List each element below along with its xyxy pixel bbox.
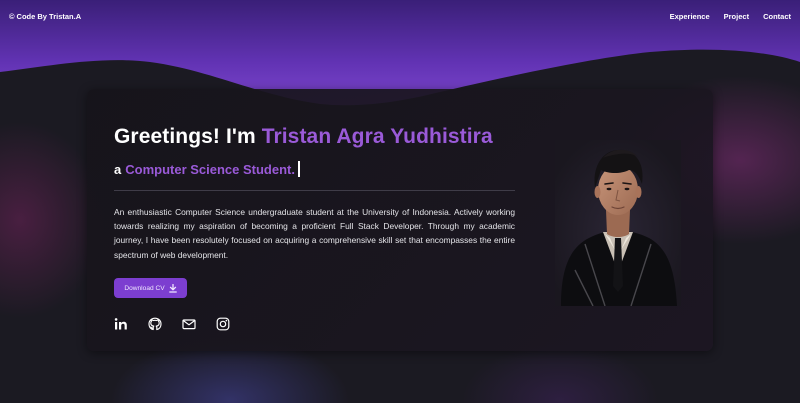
nav-links: Experience Project Contact: [670, 12, 791, 21]
nav-link-project[interactable]: Project: [724, 12, 749, 21]
brand-text: Code By Tristan.A: [16, 11, 82, 21]
hero-heading: Greetings! I'm Tristan Agra Yudhistira: [114, 125, 493, 149]
navbar: © Code By Tristan.A Experience Project C…: [0, 2, 800, 30]
github-icon[interactable]: [148, 317, 162, 331]
nav-link-experience[interactable]: Experience: [670, 12, 710, 21]
copyright-icon: ©: [9, 11, 15, 21]
nav-link-contact[interactable]: Contact: [763, 12, 791, 21]
greeting-text: Greetings! I'm: [114, 125, 262, 148]
download-cv-button[interactable]: Download CV: [114, 278, 187, 298]
download-icon: [168, 283, 177, 293]
brand-logo[interactable]: © Code By Tristan.A: [9, 12, 81, 21]
instagram-icon[interactable]: [216, 317, 230, 331]
hero-name: Tristan Agra Yudhistira: [261, 125, 493, 148]
subtitle-prefix: a: [114, 161, 122, 177]
profile-photo: [555, 140, 681, 306]
mail-icon[interactable]: [182, 317, 196, 331]
social-links: [114, 317, 230, 331]
typing-cursor: [297, 161, 300, 177]
linkedin-icon[interactable]: [114, 317, 128, 331]
hero-subtitle: a Computer Science Student.: [114, 161, 300, 177]
hero-card: Greetings! I'm Tristan Agra Yudhistira a…: [87, 89, 713, 351]
download-cv-label: Download CV: [124, 284, 165, 292]
typed-role: Computer Science Student.: [125, 161, 295, 177]
hero-description: An enthusiastic Computer Science undergr…: [114, 207, 515, 260]
divider: [114, 190, 515, 191]
